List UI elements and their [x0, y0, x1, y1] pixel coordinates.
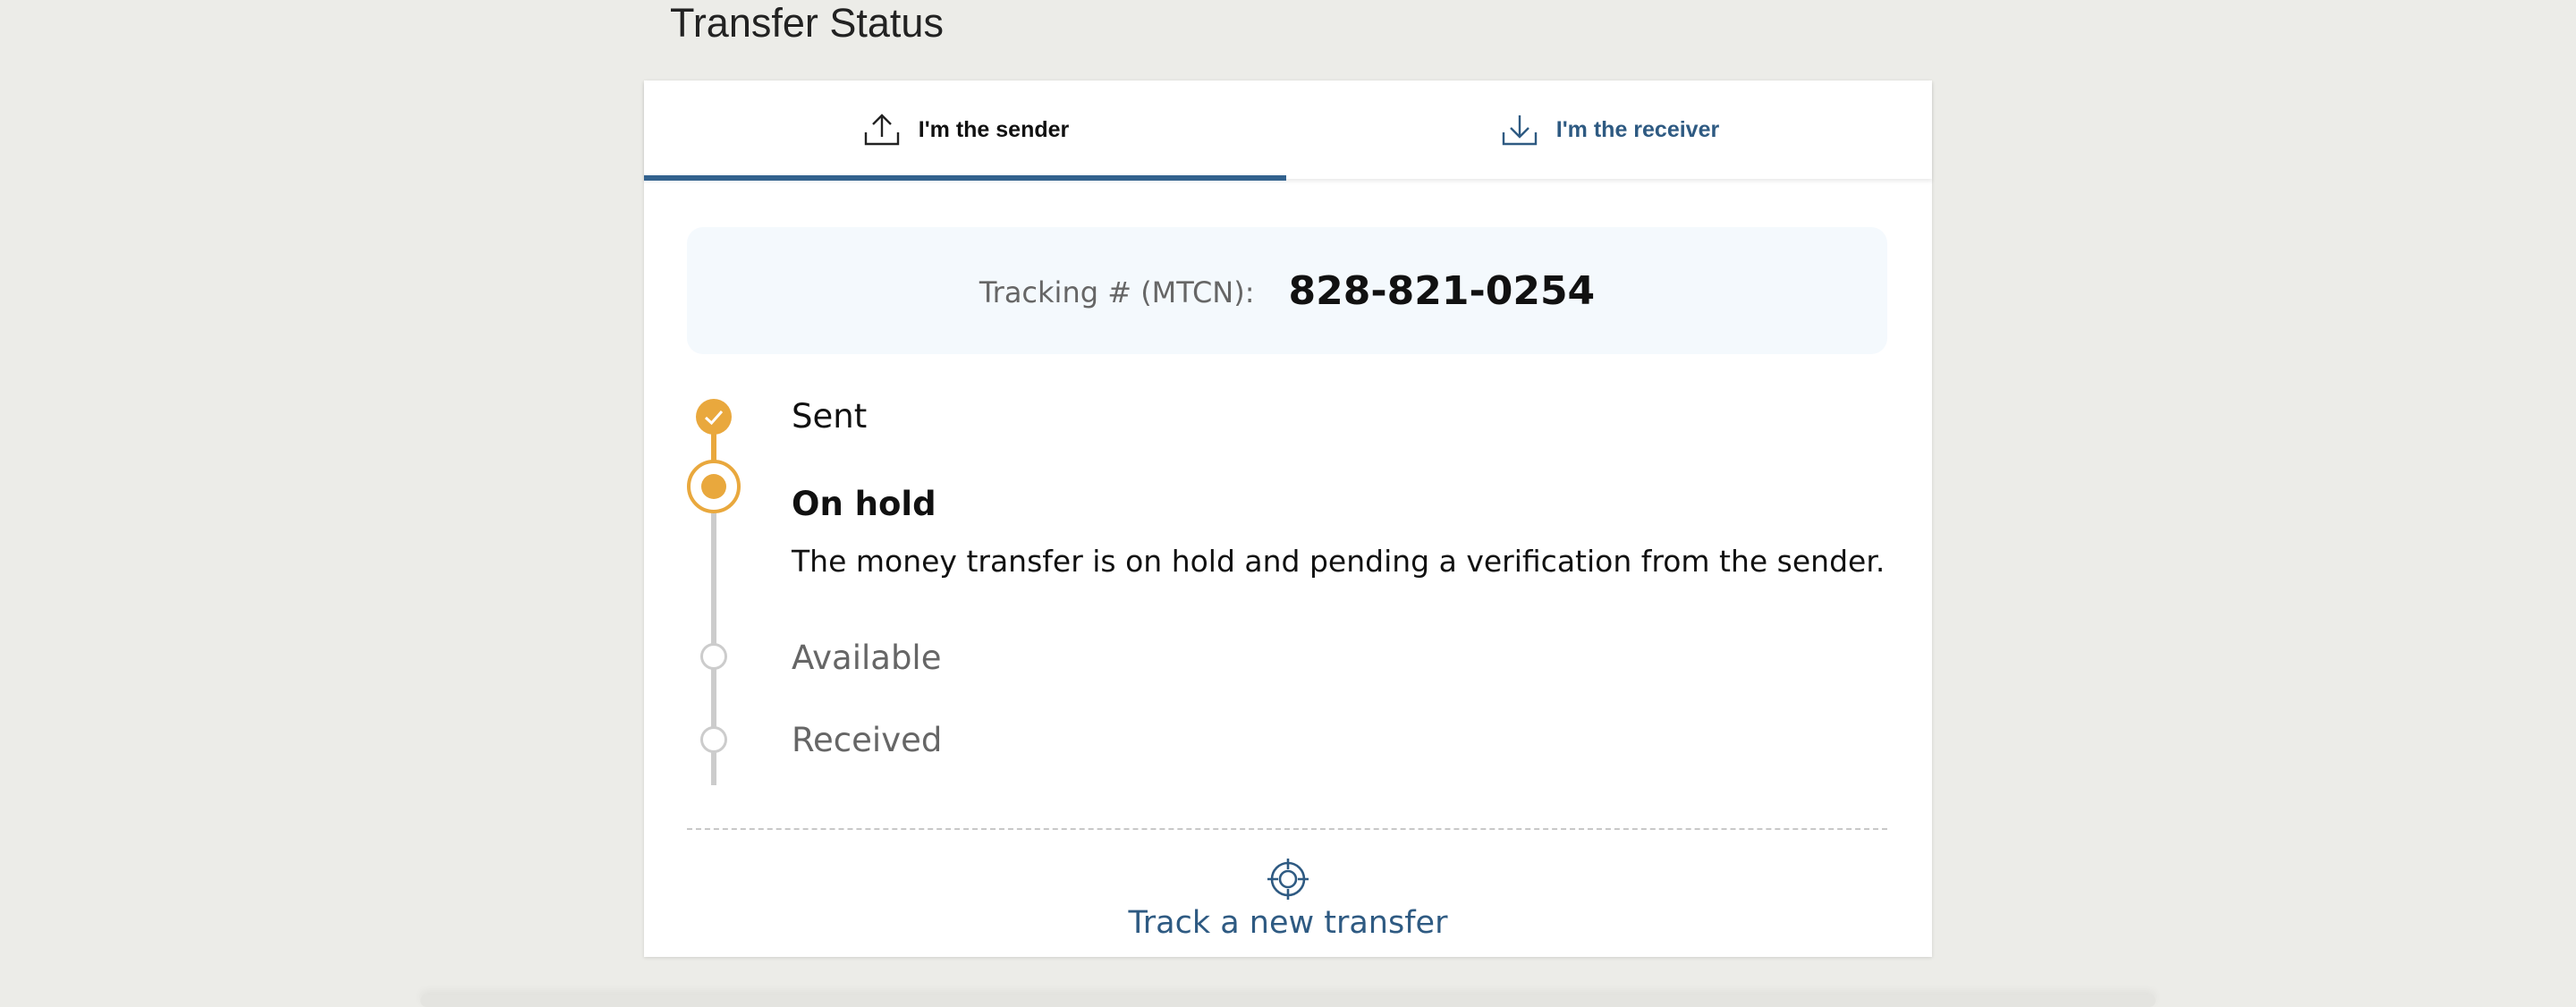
status-timeline: Sent On hold The money transfer is on ho…: [644, 385, 1932, 850]
check-icon: [704, 410, 724, 426]
page-title: Transfer Status: [670, 0, 944, 46]
step-sent-label: Sent: [792, 397, 868, 436]
step-on-hold-description: The money transfer is on hold and pendin…: [792, 544, 1885, 579]
track-new-transfer-label: Track a new transfer: [1128, 905, 1448, 941]
footer-shadow: [420, 994, 2156, 1007]
step-available-label: Available: [792, 639, 942, 677]
role-tabs: I'm the sender I'm the receiver: [644, 80, 1932, 181]
tracking-label: Tracking # (MTCN):: [979, 275, 1255, 309]
step-received-label: Received: [792, 721, 943, 759]
step-on-hold-label: On hold: [792, 485, 936, 523]
tracking-number: 828-821-0254: [1288, 267, 1596, 314]
current-step-dot: [701, 474, 726, 499]
transfer-status-card: I'm the sender I'm the receiver Tracking…: [644, 80, 1932, 957]
tab-sender[interactable]: I'm the sender: [644, 80, 1288, 181]
tab-receiver-label: I'm the receiver: [1555, 116, 1720, 142]
tracking-number-box: Tracking # (MTCN): 828-821-0254: [687, 227, 1887, 354]
step-on-hold-node: [687, 460, 741, 513]
upload-icon: [863, 113, 901, 147]
crosshair-icon: [1266, 857, 1310, 901]
step-sent-node: [696, 399, 732, 435]
download-icon: [1501, 113, 1538, 147]
track-new-transfer-link[interactable]: Track a new transfer: [644, 857, 1932, 941]
step-received-node: [700, 726, 727, 753]
tab-sender-label: I'm the sender: [918, 116, 1070, 142]
step-available-node: [700, 643, 727, 670]
tab-receiver[interactable]: I'm the receiver: [1288, 80, 1932, 179]
section-divider: [687, 828, 1887, 830]
